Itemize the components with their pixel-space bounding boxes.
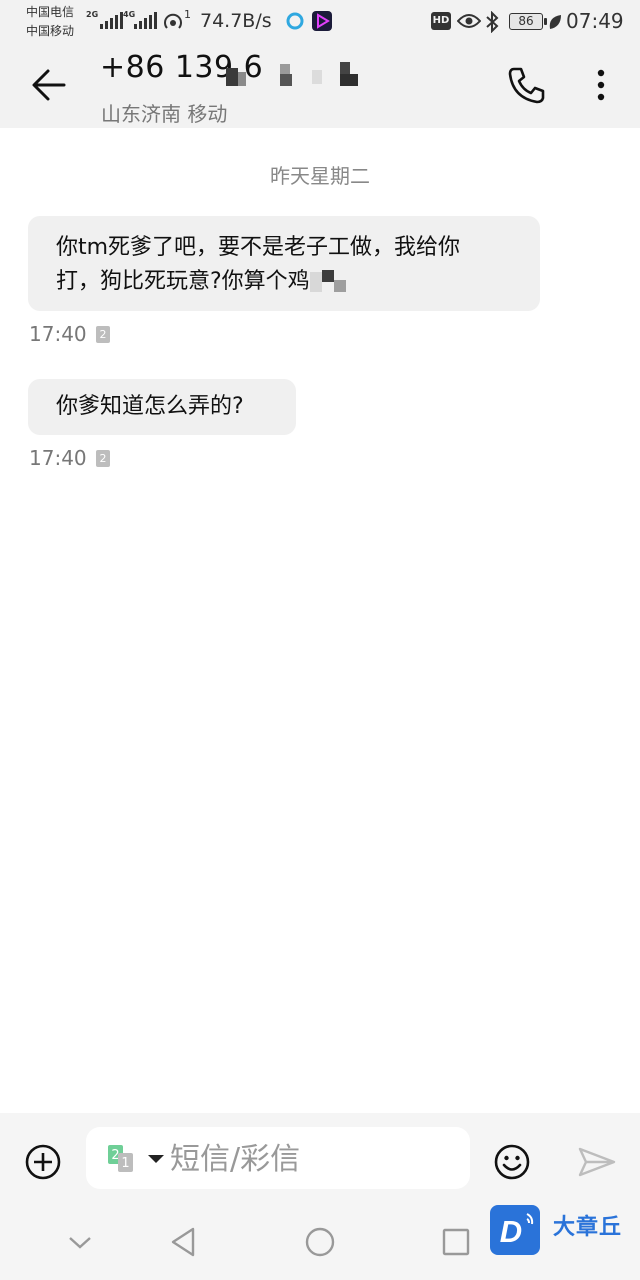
logo-d-icon: D [490,1205,540,1255]
hotspot-icon [164,13,182,29]
status-bar: 中国电信 中国移动 2G 4G 1 74.7B/s HD 86 07:49 [0,0,640,44]
message-text-line-1: 你爹知道怎么弄的? [56,394,244,419]
sim-2-icon: 2 [96,450,110,467]
network-speed: 74.7B/s [200,10,272,32]
app-icon-blue [286,12,304,30]
add-circle-icon[interactable] [24,1143,62,1181]
signal-icon-2 [134,12,157,29]
send-icon[interactable] [578,1147,616,1177]
signal-icon [100,12,123,29]
chevron-down-icon[interactable] [68,1234,92,1250]
sim-2-icon: 2 [96,326,110,343]
more-vertical-icon[interactable] [586,64,616,106]
bluetooth-icon [486,11,499,33]
nav-home-icon[interactable] [305,1227,335,1257]
sim-secondary-digit: 1 [121,1156,129,1171]
battery-icon: 86 [509,13,547,30]
message-bubble[interactable]: 你爹知道怎么弄的? [28,379,296,435]
message-time: 17:40 [29,446,87,470]
hotspot-count: 1 [184,8,191,21]
date-separator: 昨天星期二 [270,164,370,188]
watermark-logo: D 大章丘 [490,1205,640,1257]
watermark-text: 大章丘 [553,1215,623,1240]
nav-recents-icon[interactable] [442,1228,470,1256]
message-input-container: 2 1 [86,1127,470,1189]
contact-location: 山东济南 移动 [101,102,228,126]
emoji-icon[interactable] [493,1143,531,1181]
carrier-1-label: 中国电信 [26,5,75,19]
redacted-number-mosaic [226,62,358,86]
conversation-header: +86 139 6 山东济南 移动 [0,44,640,128]
network-2g-label: 2G [86,10,99,19]
carrier-2-label: 中国移动 [26,24,75,38]
message-bubble[interactable]: 你tm死爹了吧，要不是老子工做，我给你 打，狗比死玩意?你算个鸡 [28,216,540,311]
message-text-line-1: 你tm死爹了吧，要不是老子工做，我给你 [56,235,461,260]
message-text-line-2: 打，狗比死玩意?你算个鸡 [56,269,310,294]
phone-icon[interactable] [505,64,547,106]
message-composer: 2 1 [0,1113,640,1210]
clock: 07:49 [566,9,624,33]
message-input[interactable] [170,1139,460,1179]
nav-back-icon[interactable] [170,1227,196,1257]
logo-letter: D [500,1214,522,1249]
back-arrow-icon[interactable] [28,64,70,106]
app-icon-purple [312,11,332,31]
redacted-text-mosaic [309,270,346,292]
eye-icon [457,14,481,28]
leaf-icon [549,15,561,29]
hd-badge: HD [431,12,451,30]
sim-select-icon[interactable]: 2 1 [108,1145,168,1173]
message-time: 17:40 [29,322,87,346]
